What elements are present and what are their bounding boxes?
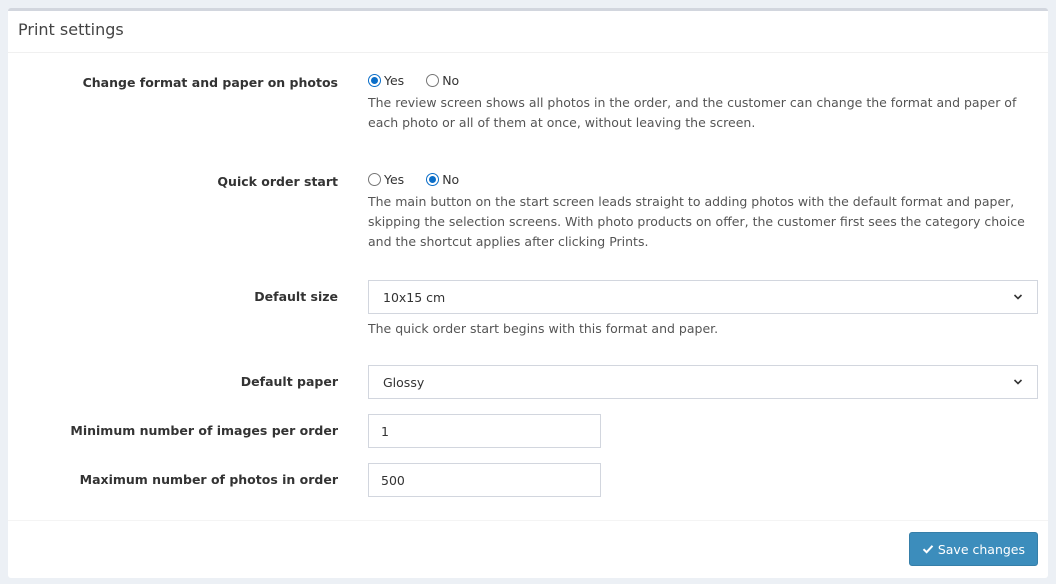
quick-order-radio-group: Yes No — [368, 172, 1038, 187]
max-photos-control: 500 — [368, 463, 1038, 497]
check-icon — [922, 545, 934, 554]
quick-order-label: Quick order start — [217, 174, 338, 189]
default-size-help: The quick order start begins with this f… — [368, 321, 719, 336]
max-photos-value: 500 — [381, 472, 405, 488]
default-paper-select[interactable]: Glossy — [368, 365, 1038, 399]
default-size-control: 10x15 cm The quick order start begins wi… — [368, 280, 1038, 339]
default-size-label: Default size — [254, 289, 338, 304]
quick-order-no-radio[interactable] — [426, 173, 440, 186]
default-paper-control: Glossy — [368, 365, 1038, 399]
change-format-radio-group: Yes No — [368, 73, 1038, 88]
min-images-input[interactable]: 1 — [368, 414, 601, 448]
quick-order-control: Yes No The main button on the start scre… — [368, 172, 1038, 252]
chevron-down-icon — [1013, 379, 1023, 385]
min-images-label: Minimum number of images per order — [70, 423, 338, 438]
panel-footer: Save changes — [8, 520, 1048, 578]
change-format-yes-label: Yes — [384, 73, 405, 88]
default-paper-value: Glossy — [383, 374, 425, 390]
save-changes-label: Save changes — [937, 541, 1025, 557]
quick-order-no-option[interactable]: No — [426, 172, 459, 187]
min-images-value: 1 — [381, 423, 389, 439]
change-format-yes-option[interactable]: Yes — [368, 73, 404, 88]
default-paper-label: Default paper — [240, 374, 338, 389]
quick-order-yes-option[interactable]: Yes — [368, 172, 404, 187]
change-format-control: Yes No The review screen shows all photo… — [368, 73, 1038, 133]
panel-title: Print settings — [18, 20, 124, 39]
panel-header: Print settings — [8, 11, 1048, 53]
save-changes-button[interactable]: Save changes — [908, 532, 1038, 566]
max-photos-input[interactable]: 500 — [368, 463, 601, 497]
change-format-no-label: No — [442, 73, 460, 88]
change-format-label: Change format and paper on photos — [82, 75, 338, 90]
quick-order-yes-radio[interactable] — [368, 173, 381, 186]
print-settings-panel: Print settings Change format and paper o… — [8, 8, 1048, 578]
min-images-control: 1 — [368, 414, 1038, 448]
default-size-select[interactable]: 10x15 cm — [368, 280, 1038, 314]
max-photos-label: Maximum number of photos in order — [79, 472, 338, 487]
quick-order-no-label: No — [442, 172, 460, 187]
change-format-yes-radio[interactable] — [368, 74, 381, 87]
change-format-no-radio[interactable] — [426, 74, 440, 87]
quick-order-help: The main button on the start screen lead… — [368, 194, 1025, 249]
change-format-help: The review screen shows all photos in th… — [368, 95, 1017, 130]
quick-order-yes-label: Yes — [384, 172, 405, 187]
default-size-value: 10x15 cm — [383, 289, 446, 305]
chevron-down-icon — [1013, 294, 1023, 300]
change-format-no-option[interactable]: No — [426, 73, 459, 88]
panel-body: Change format and paper on photos Yes No… — [8, 53, 1048, 521]
